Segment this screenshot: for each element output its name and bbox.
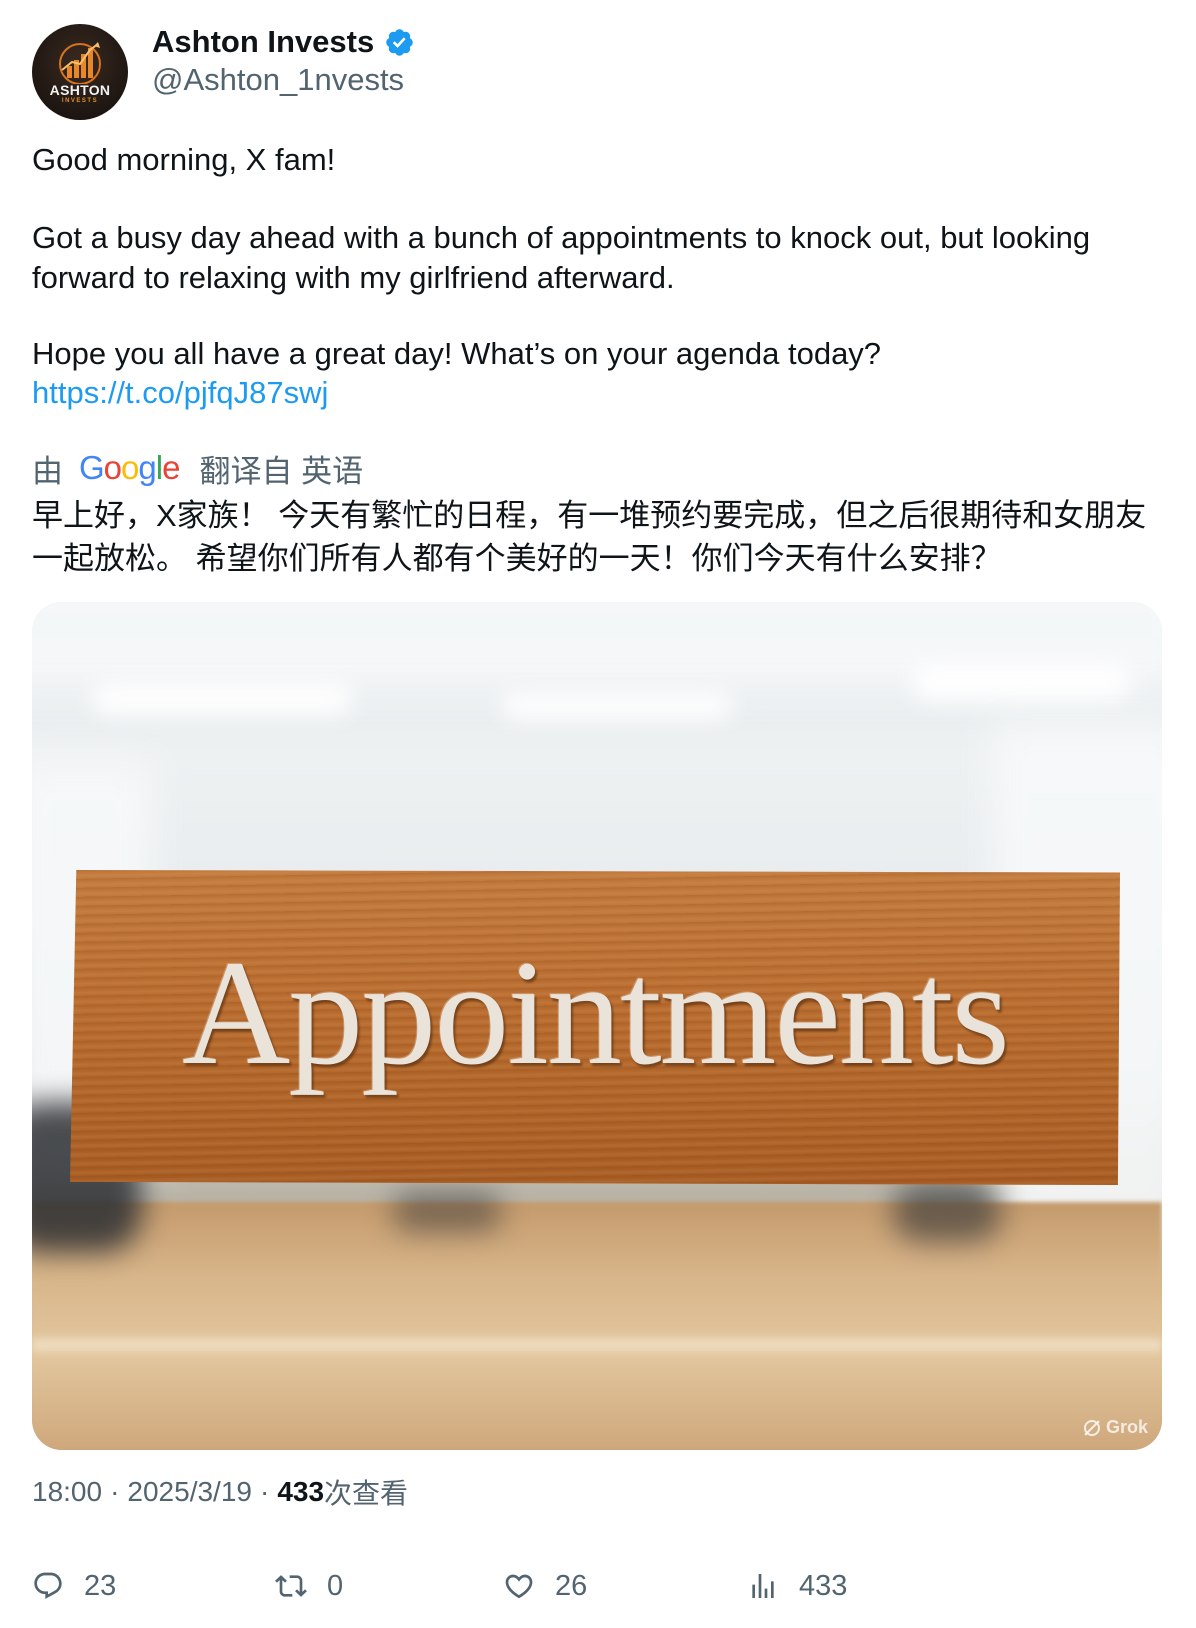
chair-blur bbox=[892, 1182, 1002, 1242]
desk-edge bbox=[32, 1338, 1162, 1352]
like-button[interactable]: 26 bbox=[503, 1556, 587, 1616]
post-link[interactable]: https://t.co/pjfqJ87swj bbox=[32, 375, 328, 410]
repost-icon bbox=[275, 1575, 307, 1597]
ceiling-light bbox=[92, 682, 352, 716]
watermark-text: Grok bbox=[1105, 1417, 1148, 1437]
post-date[interactable]: 2025/3/19 bbox=[127, 1476, 252, 1508]
grok-watermark: Grok bbox=[1082, 1417, 1148, 1438]
repost-count: 0 bbox=[327, 1569, 344, 1602]
views-count: 433 bbox=[277, 1476, 325, 1507]
translated-from-label[interactable]: 翻译自 英语 bbox=[199, 446, 363, 491]
meta-separator: · bbox=[110, 1476, 120, 1507]
heart-icon bbox=[505, 1574, 533, 1599]
post-text-paragraph-1: Got a busy day ahead with a bunch of app… bbox=[32, 220, 1091, 295]
desk-background bbox=[32, 1202, 1162, 1450]
ceiling-light bbox=[502, 692, 732, 720]
like-count: 26 bbox=[555, 1569, 588, 1602]
post-time[interactable]: 18:00 bbox=[32, 1476, 102, 1508]
wooden-sign: Appointments bbox=[70, 870, 1120, 1185]
translation-attribution: 由 Google 翻译自 英语 bbox=[32, 446, 363, 490]
translated-text: 早上好，X家族！ 今天有繁忙的日程，有一堆预约要完成，但之后很期待和女朋友一起放… bbox=[32, 498, 1147, 576]
sign-text: Appointments bbox=[182, 930, 1010, 1096]
ceiling-light bbox=[912, 662, 1132, 702]
chair-blur bbox=[392, 1192, 502, 1232]
author-name-row: Ashton Invests bbox=[152, 22, 415, 62]
analytics-icon bbox=[752, 1574, 774, 1598]
action-bar: 23 0 26 433 bbox=[32, 1556, 1162, 1616]
post-meta: 18:00 · 2025/3/19 · 433 次查看 bbox=[32, 1470, 408, 1514]
avatar-logo-subtext: INVESTS bbox=[61, 98, 99, 104]
reply-icon bbox=[34, 1572, 62, 1599]
post-text-paragraph-2: Hope you all have a great day! What’s on… bbox=[32, 336, 882, 371]
meta-separator: · bbox=[259, 1476, 270, 1507]
post-text-greeting: Good morning, X fam! bbox=[32, 142, 336, 177]
translation-prefix: 由 bbox=[32, 453, 63, 489]
avatar-logo-text: ASHTON bbox=[49, 82, 111, 98]
reply-button[interactable]: 23 bbox=[32, 1556, 116, 1616]
author-display-name[interactable]: Ashton Invests bbox=[152, 24, 374, 60]
google-logo: Google bbox=[79, 449, 180, 486]
chart-logo-icon bbox=[59, 42, 101, 84]
views-label: 次查看 bbox=[324, 1478, 409, 1509]
grok-logo-icon bbox=[1083, 1419, 1100, 1436]
post-image[interactable]: Appointments Grok bbox=[32, 602, 1162, 1450]
repost-button[interactable]: 0 bbox=[275, 1556, 343, 1616]
verified-badge-icon[interactable] bbox=[384, 27, 415, 58]
avatar[interactable]: ASHTON INVESTS bbox=[32, 24, 128, 120]
author-handle[interactable]: @Ashton_1nvests bbox=[152, 62, 404, 98]
reply-count: 23 bbox=[84, 1569, 117, 1602]
views-button[interactable]: 433 bbox=[747, 1556, 847, 1616]
views-action-count: 433 bbox=[799, 1569, 848, 1602]
tweet: ASHTON INVESTS Ashton Invests @Ashton_1n… bbox=[0, 0, 1196, 1628]
post-link-row: https://t.co/pjfqJ87swj bbox=[32, 373, 1172, 413]
